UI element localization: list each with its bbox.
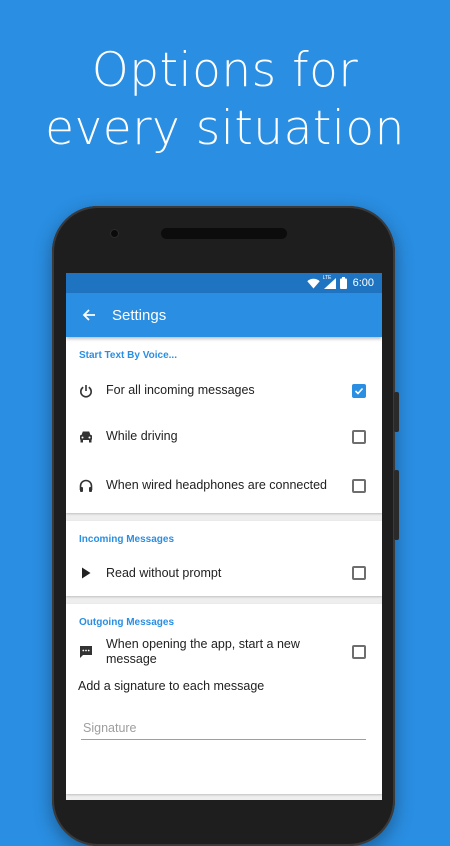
power-side-button [394,392,399,432]
section-outgoing-messages: Outgoing Messages When opening the app, … [66,604,382,794]
signature-setting-label: Add a signature to each message [78,679,265,693]
promo-headline: Options for every situation [0,42,450,158]
setting-label-while-driving: While driving [106,429,178,443]
setting-label-headphones: When wired headphones are connected [106,478,327,492]
setting-row-while-driving[interactable]: While driving [66,412,382,461]
setting-row-start-new-message[interactable]: When opening the app, start a new messag… [66,633,382,671]
volume-side-button [394,470,399,540]
promo-line-1: Options for [91,43,359,98]
setting-label-read-without-prompt: Read without prompt [106,565,222,580]
arrow-left-icon[interactable] [66,308,112,322]
headphones-icon [66,479,106,493]
car-icon [66,430,106,443]
signature-input[interactable]: Signature [81,721,366,740]
earpiece-speaker [161,228,287,239]
page-title: Settings [112,306,167,324]
battery-icon [339,277,347,289]
section-header-start: Start Text By Voice... [79,350,177,361]
checkbox-start-new-message[interactable] [352,645,366,659]
network-type: LTE [322,274,332,281]
setting-row-headphones[interactable]: When wired headphones are connected [66,461,382,513]
setting-row-read-without-prompt[interactable]: Read without prompt [66,550,382,596]
play-icon [66,567,106,579]
phone-screen: LTE 6:00 Settings Start Text By Voice...… [66,273,382,800]
promo-line-2: every situation [45,101,405,156]
app-bar: Settings [66,293,382,337]
section-incoming-messages: Incoming Messages Read without prompt [66,521,382,596]
checkbox-all-incoming[interactable] [352,383,366,398]
checkbox-while-driving[interactable] [352,429,366,444]
message-icon [66,645,106,659]
setting-label-start-new-message: When opening the app, start a new messag… [106,637,300,666]
section-header-incoming: Incoming Messages [79,534,175,545]
cell-signal-icon: LTE [322,274,336,289]
section-start-by-voice: Start Text By Voice... For all incoming … [66,337,382,513]
front-camera [111,230,118,237]
section-header-outgoing: Outgoing Messages [79,617,175,628]
checkbox-read-without-prompt[interactable] [352,566,366,580]
power-icon [66,384,106,398]
status-time: 6:00 [352,277,374,289]
checkbox-headphones[interactable] [352,478,366,493]
wifi-icon [306,278,320,289]
setting-row-all-incoming[interactable]: For all incoming messages [66,366,382,412]
status-bar: LTE 6:00 [66,273,382,293]
setting-label-all-incoming: For all incoming messages [106,383,255,397]
